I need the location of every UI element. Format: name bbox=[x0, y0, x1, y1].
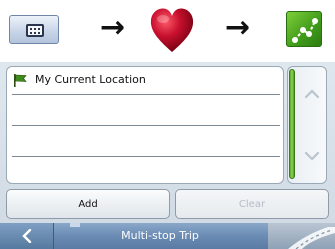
clear-button[interactable]: Clear bbox=[175, 189, 329, 219]
bottom-navigation-bar: Multi-stop Trip bbox=[0, 223, 335, 249]
chevron-up-icon bbox=[304, 89, 320, 99]
scrollbar-thumb[interactable] bbox=[289, 69, 295, 179]
heart-icon bbox=[150, 8, 194, 53]
add-button[interactable]: Add bbox=[6, 189, 170, 219]
road-icon[interactable] bbox=[268, 223, 335, 249]
scroll-up-button[interactable] bbox=[299, 68, 325, 120]
arrow-right-icon: → bbox=[225, 10, 251, 45]
flag-icon bbox=[14, 74, 27, 87]
multi-stop-route-icon bbox=[286, 11, 322, 47]
list-item[interactable] bbox=[7, 96, 283, 120]
keypad-icon bbox=[26, 24, 44, 37]
trip-stops-list: My Current Location bbox=[6, 66, 284, 184]
screen-title: Multi-stop Trip bbox=[121, 229, 199, 242]
chevron-down-icon bbox=[304, 151, 320, 161]
main-menu-button-icon bbox=[9, 15, 59, 44]
list-item[interactable] bbox=[7, 127, 283, 151]
arrow-right-icon: → bbox=[100, 10, 126, 45]
list-item[interactable] bbox=[7, 158, 283, 182]
chevron-left-icon bbox=[21, 229, 31, 243]
instruction-strip: → → bbox=[0, 0, 335, 62]
row-divider bbox=[12, 156, 280, 157]
row-divider bbox=[12, 94, 280, 95]
row-divider bbox=[12, 125, 280, 126]
list-item[interactable]: My Current Location bbox=[7, 69, 283, 93]
scroll-down-button[interactable] bbox=[299, 130, 325, 182]
list-item-label: My Current Location bbox=[35, 73, 146, 86]
back-button[interactable] bbox=[0, 223, 54, 249]
multi-stop-trip-panel: My Current Location Add Clear Multi-stop… bbox=[0, 62, 335, 249]
